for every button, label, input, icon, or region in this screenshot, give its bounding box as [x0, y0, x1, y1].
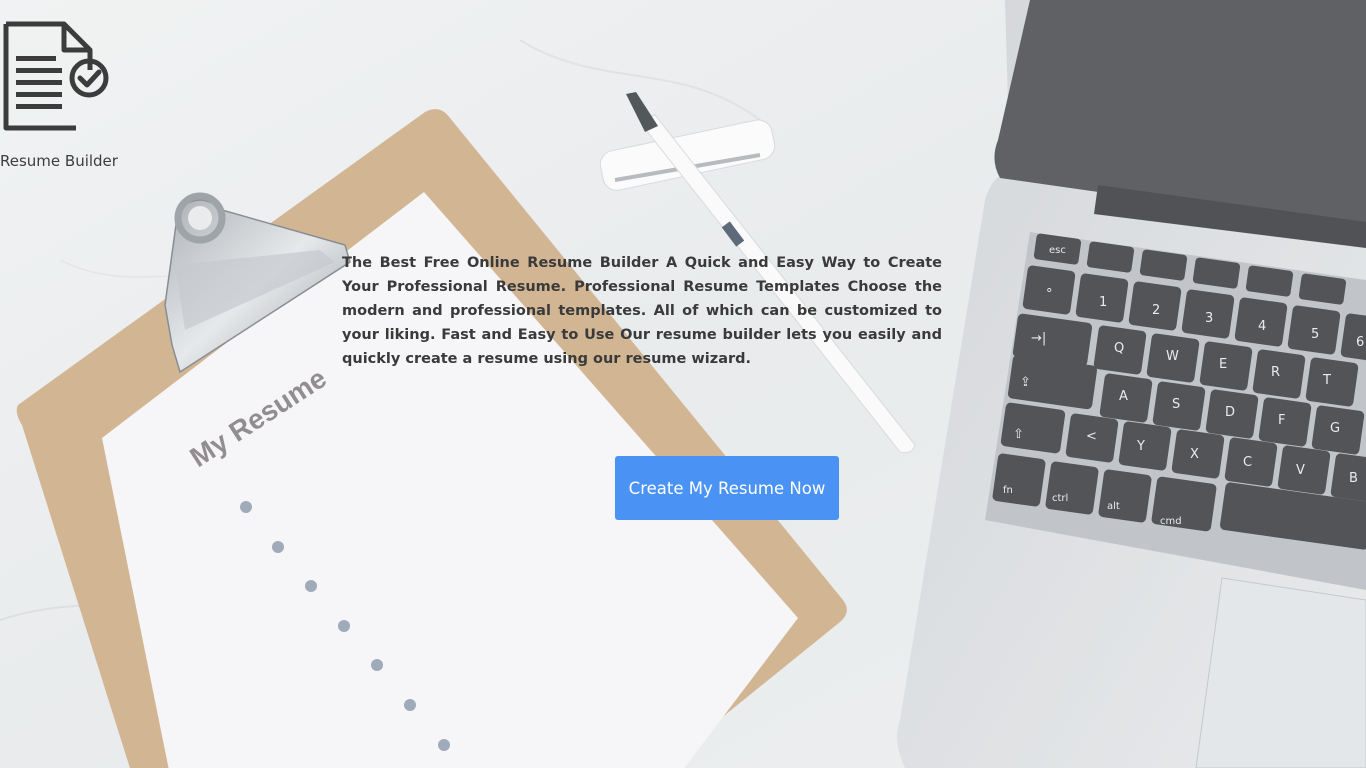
brand-name: Resume Builder [0, 152, 118, 170]
brand-logo[interactable]: Resume Builder [0, 18, 120, 170]
hero-description: The Best Free Online Resume Builder A Qu… [342, 254, 942, 367]
resume-document-check-icon [3, 21, 109, 131]
background-photo: My Resume esc ° 1 2 3 4 5 6 →| Q W E R T… [0, 0, 1366, 768]
create-resume-button[interactable]: Create My Resume Now [615, 456, 839, 520]
